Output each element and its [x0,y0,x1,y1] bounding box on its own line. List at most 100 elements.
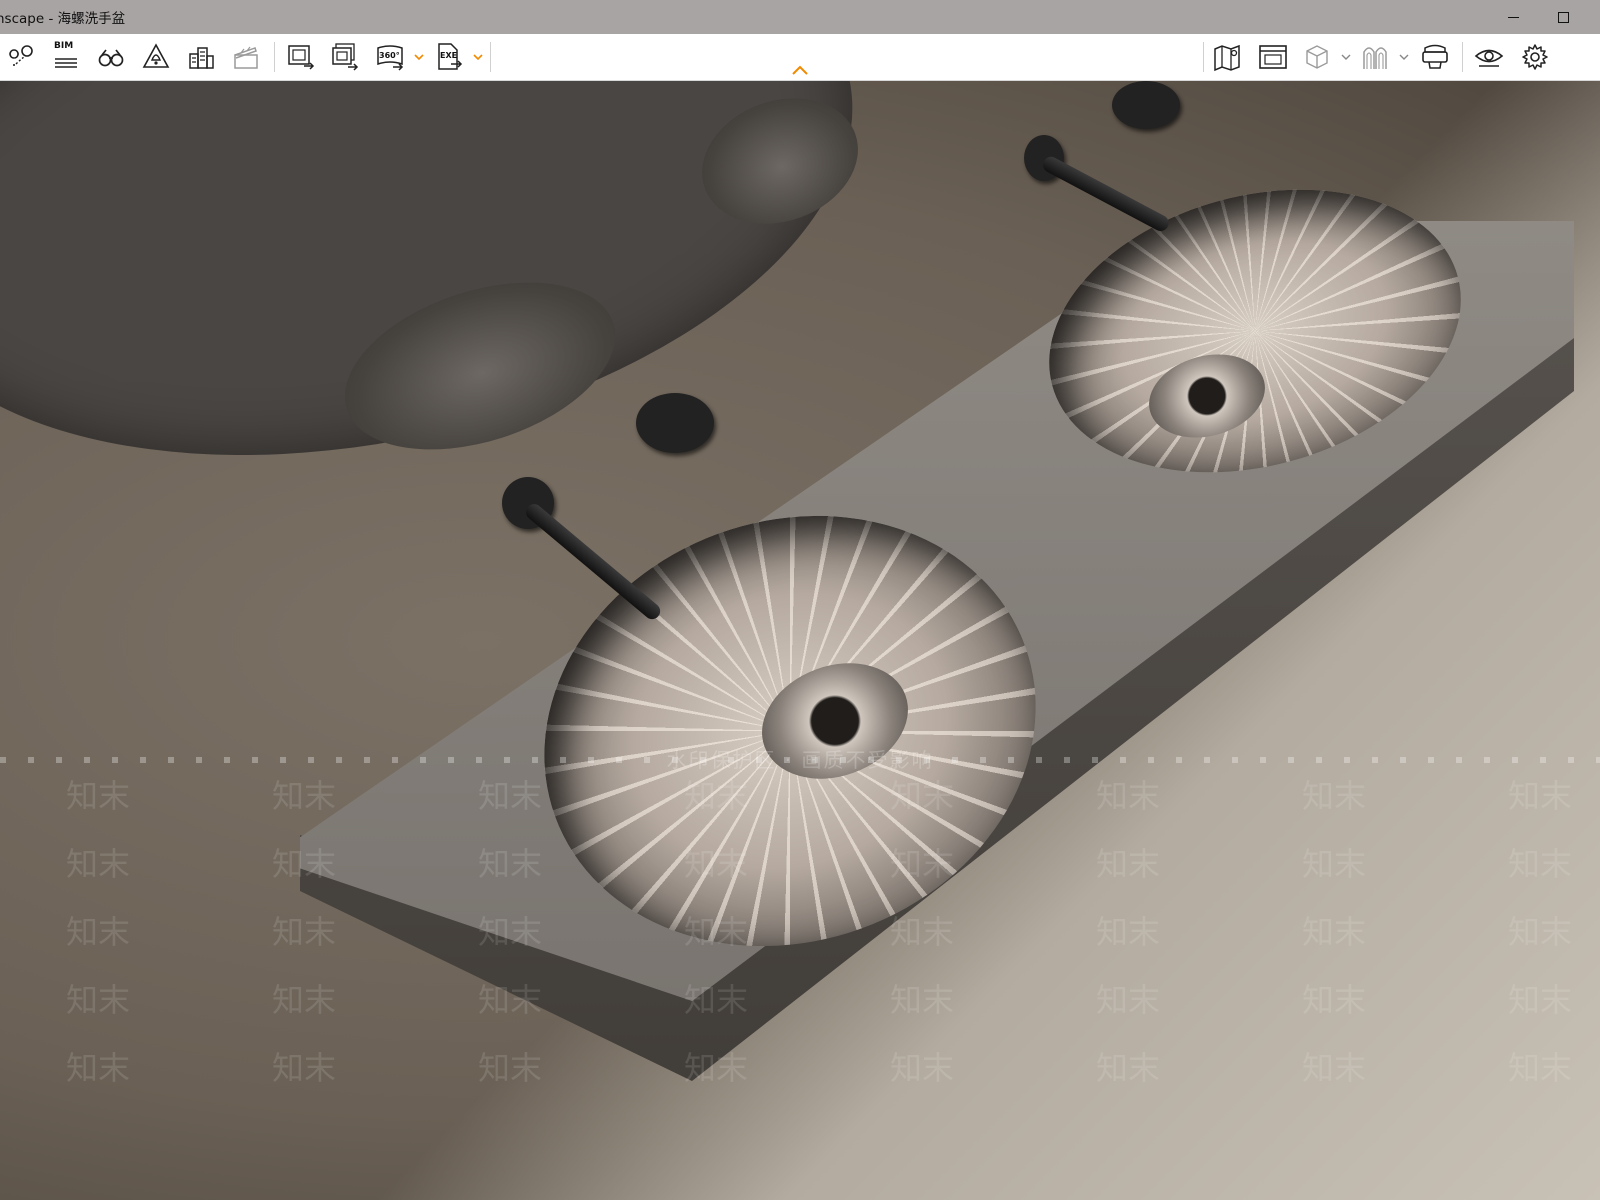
cube-icon [1306,45,1328,69]
view-toggle-button[interactable] [1472,40,1506,74]
watermark-mark: 知末 [272,981,337,1019]
tent-icon [142,43,170,68]
map-icon [1214,44,1240,72]
watermark-mark: 知末 [272,1049,337,1087]
watermark-mark: 知末 [272,845,337,883]
watermark-mark: 知末 [1508,981,1573,1019]
buildings-button[interactable] [184,40,218,74]
watermark-mark: 知末 [1096,913,1161,951]
minimize-icon [1507,16,1519,18]
watermark-mark: 知末 [890,981,955,1019]
watermark-mark: 知末 [1096,777,1161,815]
watermark-mark: 知末 [1508,777,1573,815]
watermark-mark: 知末 [1302,1049,1367,1087]
watermark-mark: 知末 [66,1049,131,1087]
measure-button[interactable] [1358,40,1392,74]
watermark-mark: 知末 [66,913,131,951]
watermark-mark: 知末 [684,1049,749,1087]
watermark-mark: 知末 [890,845,955,883]
bim-button[interactable]: BIM [48,40,82,74]
watermark-mark: 知末 [272,777,337,815]
walk-view-button[interactable] [94,40,128,74]
batch-export-button[interactable] [328,40,362,74]
chevron-down-icon [1399,54,1409,60]
mixer-knob-left [636,393,714,453]
watermark-mark: 知末 [272,913,337,951]
watermark-mark: 知末 [1508,1049,1573,1087]
chevron-down-icon [1341,54,1351,60]
toolbar-separator [1462,42,1463,72]
toolbar-separator [490,42,491,72]
watermark-mark: 知末 [66,981,131,1019]
visual-settings-button[interactable] [1256,40,1290,74]
arches-icon [1363,47,1387,69]
main-toolbar: BIM 360° EXE [0,34,1600,81]
monitor-icon [1259,45,1287,69]
eye-icon [1474,49,1504,67]
watermark-mark: 知末 [1096,981,1161,1019]
watermark-mark: 知末 [890,777,955,815]
clapperboard-icon [234,46,258,69]
watermark-mark: 知末 [478,1049,543,1087]
exe-label: EXE [440,51,458,60]
exe-dropdown-button[interactable] [473,52,483,62]
watermark-grid: 知末 知末 知末 知末 知末 知末 知末 知末 知末 知末 知末 知末 知末 知… [0,771,1600,1171]
collapse-toolbar-button[interactable] [790,62,810,76]
watermark-mark: 知末 [1302,777,1367,815]
export-exe-button[interactable]: EXE [432,40,466,74]
mixer-knob-right [1112,81,1180,129]
settings-button[interactable] [1518,40,1552,74]
panorama-label: 360° [379,51,400,60]
vr-button[interactable] [1418,40,1452,74]
watermark-mark: 知末 [890,1049,955,1087]
render-viewport[interactable]: 水印保护区 · 画质不受影响 知末 知末 知末 知末 知末 知末 知末 知末 知… [0,81,1600,1200]
panorama-dropdown-button[interactable] [414,52,424,62]
window-title: nscape - 海螺洗手盆 [0,11,126,27]
chevron-down-icon [473,54,483,61]
sun-button[interactable] [139,40,173,74]
binoculars-icon [98,49,124,67]
export-image-icon [288,45,315,70]
watermark-mark: 知末 [478,777,543,815]
watermark-mark: 知末 [1508,845,1573,883]
section-box-button[interactable] [1300,40,1334,74]
watermark-mark: 知末 [684,845,749,883]
watermark-mark: 知末 [1302,913,1367,951]
minimize-button[interactable] [1490,0,1536,34]
buildings-icon [189,47,214,69]
batch-export-icon [332,43,359,71]
watermark-mark: 知末 [478,845,543,883]
export-image-button[interactable] [284,40,318,74]
watermark-mark: 知末 [478,981,543,1019]
watermark-mark: 知末 [1096,845,1161,883]
gear-icon [1522,44,1548,70]
location-button[interactable] [4,40,38,74]
watermark-mark: 知末 [1302,981,1367,1019]
maximize-icon [1557,11,1569,23]
toolbar-separator [274,42,275,72]
watermark-mark: 知末 [890,913,955,951]
maximize-button[interactable] [1540,0,1586,34]
title-bar: nscape - 海螺洗手盆 [0,0,1600,34]
watermark-mark: 知末 [684,981,749,1019]
watermark-mark: 知末 [684,913,749,951]
panorama-360-button[interactable]: 360° [373,40,407,74]
watermark-mark: 知末 [1096,1049,1161,1087]
vr-headset-icon [1422,44,1448,69]
chevron-down-icon [414,54,424,61]
location-pin-icon [9,45,33,66]
bim-label: BIM [54,41,74,51]
watermark-mark: 知末 [684,777,749,815]
watermark-banner: 水印保护区 · 画质不受影响 [666,747,934,772]
measure-dropdown-button[interactable] [1399,52,1409,62]
watermark-mark: 知末 [1302,845,1367,883]
chevron-up-icon [792,65,808,75]
watermark-mark: 知末 [66,777,131,815]
map-button[interactable] [1210,40,1244,74]
watermark-mark: 知末 [66,845,131,883]
section-box-dropdown-button[interactable] [1341,52,1351,62]
watermark-mark: 知末 [478,913,543,951]
video-button[interactable] [229,40,263,74]
watermark-mark: 知末 [1508,913,1573,951]
toolbar-separator [1203,42,1204,72]
